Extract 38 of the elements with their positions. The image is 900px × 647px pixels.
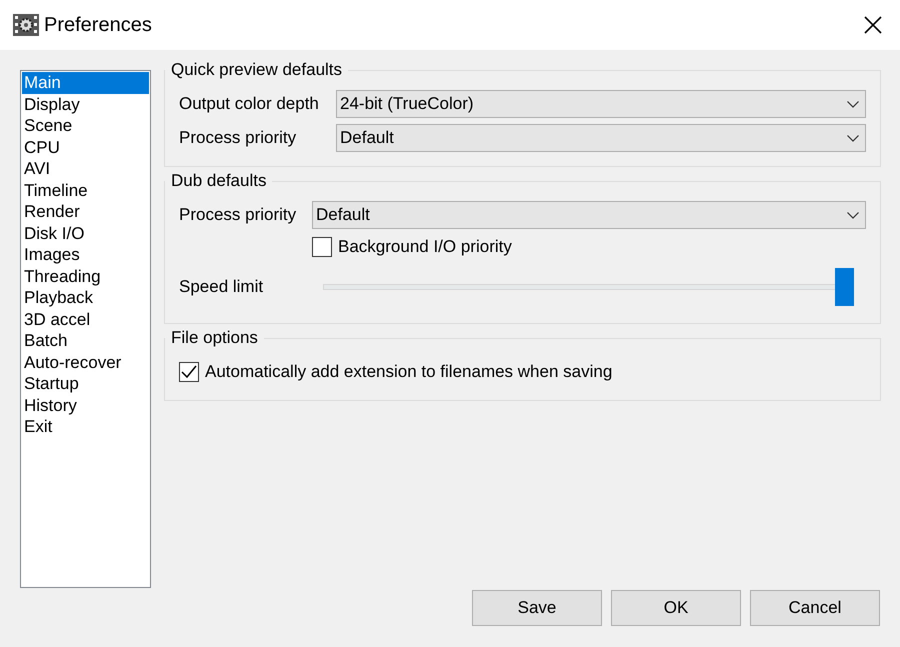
- category-item[interactable]: Images: [22, 244, 149, 266]
- category-item[interactable]: Scene: [22, 115, 149, 136]
- category-item[interactable]: Timeline: [22, 180, 149, 201]
- category-item[interactable]: 3D accel: [22, 308, 149, 330]
- check-icon: [181, 365, 197, 379]
- chevron-icon: [847, 100, 859, 108]
- field-label: Speed limit: [179, 276, 264, 298]
- category-item[interactable]: Startup: [22, 373, 149, 394]
- dialog-button[interactable]: Cancel: [750, 590, 880, 626]
- category-item[interactable]: Playback: [22, 287, 149, 308]
- checkbox[interactable]: Background I/O priority: [312, 234, 512, 260]
- category-item[interactable]: AVI: [22, 158, 149, 180]
- category-item[interactable]: CPU: [22, 136, 149, 158]
- dropdown[interactable]: Default: [336, 124, 866, 152]
- field-label: Process priority: [179, 127, 298, 150]
- category-item[interactable]: Auto-recover: [22, 352, 149, 373]
- close-icon[interactable]: [864, 16, 882, 34]
- field-label: Process priority: [179, 204, 298, 226]
- dropdown[interactable]: 24-bit (TrueColor): [336, 90, 866, 118]
- category-item[interactable]: Batch: [22, 330, 149, 352]
- dialog-button[interactable]: Save: [472, 590, 602, 626]
- checkbox[interactable]: Automatically add extension to filenames when saving: [179, 359, 612, 385]
- category-item[interactable]: Disk I/O: [22, 222, 149, 244]
- dropdown[interactable]: Default: [312, 201, 866, 229]
- chevron-icon: [847, 212, 859, 218]
- slider[interactable]: [323, 268, 854, 306]
- category-item[interactable]: Display: [22, 94, 149, 115]
- category-item[interactable]: Exit: [22, 416, 149, 438]
- dialog-button[interactable]: OK: [611, 590, 741, 626]
- category-item[interactable]: History: [22, 394, 149, 416]
- category-item[interactable]: Main: [22, 72, 149, 94]
- window-title: Preferences: [44, 13, 152, 38]
- slider-thumb[interactable]: [835, 268, 854, 306]
- category-item[interactable]: Render: [22, 201, 149, 222]
- category-item[interactable]: Threading: [22, 266, 149, 287]
- chevron-icon: [847, 134, 859, 142]
- app-icon: [12, 12, 40, 38]
- field-label: Output color depth: [179, 93, 320, 116]
